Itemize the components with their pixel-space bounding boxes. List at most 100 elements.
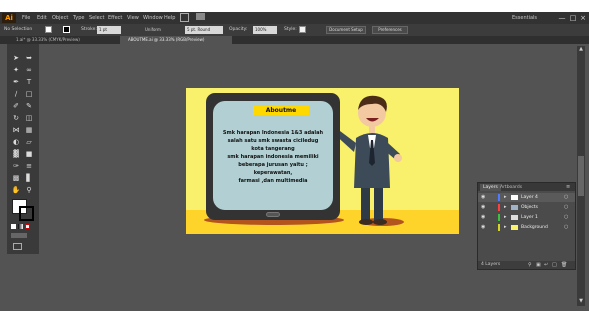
- clipping-mask-icon[interactable]: ▣: [536, 261, 541, 269]
- hand-tool-icon[interactable]: ✋: [10, 186, 22, 195]
- menu-view[interactable]: View: [127, 15, 139, 21]
- new-sublayer-icon[interactable]: ↵: [544, 261, 548, 269]
- target-circle-icon[interactable]: ○: [564, 213, 568, 222]
- line-tool-icon[interactable]: ∕: [10, 90, 22, 99]
- target-circle-icon[interactable]: ○: [564, 203, 568, 212]
- target-circle-icon[interactable]: ○: [564, 193, 568, 202]
- layer-name[interactable]: Background: [521, 223, 548, 232]
- color-mode-icon[interactable]: [11, 224, 16, 229]
- rotate-tool-icon[interactable]: ↻: [10, 114, 22, 123]
- stroke-weight-field[interactable]: 1 pt: [97, 26, 121, 34]
- menu-select[interactable]: Select: [89, 15, 104, 21]
- layer-thumbnail: [511, 225, 518, 230]
- layer-name[interactable]: Layer 4: [521, 193, 538, 202]
- artboard[interactable]: Aboutme Smk harapan Indonesia 1&3 adalah…: [186, 88, 459, 234]
- opacity-field[interactable]: 100%: [253, 26, 277, 34]
- blend-tool-icon[interactable]: ≡: [23, 162, 35, 171]
- menu-type[interactable]: Type: [73, 15, 84, 21]
- direct-selection-tool-icon[interactable]: ➥: [23, 54, 35, 63]
- free-transform-icon[interactable]: ▦: [23, 126, 35, 135]
- tab-layers[interactable]: Layers: [480, 184, 501, 191]
- gradient-tool-icon[interactable]: ■: [23, 150, 35, 159]
- graphic-style-swatch[interactable]: [299, 26, 306, 33]
- menu-effect[interactable]: Effect: [108, 15, 122, 21]
- layer-row[interactable]: ◉ ▸ Layer 1 ○: [478, 213, 575, 222]
- expand-arrow-icon[interactable]: ▸: [504, 223, 507, 232]
- document-setup-button[interactable]: Document Setup: [326, 26, 366, 34]
- expand-arrow-icon[interactable]: ▸: [504, 193, 507, 202]
- none-mode-icon[interactable]: [25, 224, 30, 229]
- brush-definition-dropdown[interactable]: 5 pt. Round: [185, 26, 223, 34]
- stroke-swatch[interactable]: [63, 26, 70, 33]
- layers-panel-footer: 4 Layers ⚲ ▣ ↵ □ 🗑: [478, 261, 575, 269]
- width-tool-icon[interactable]: ⋈: [10, 126, 22, 135]
- delete-layer-icon[interactable]: 🗑: [561, 261, 567, 269]
- tab-aboutme[interactable]: ABOUTME.ai @ 33.33% (RGB/Preview): [120, 36, 232, 44]
- eyedropper-icon[interactable]: ✑: [10, 162, 22, 171]
- menu-file[interactable]: File: [22, 15, 30, 21]
- scale-tool-icon[interactable]: ◫: [23, 114, 35, 123]
- target-circle-icon[interactable]: ○: [564, 223, 568, 232]
- rectangle-tool-icon[interactable]: □: [23, 90, 35, 99]
- layer-name[interactable]: Objects: [521, 203, 538, 212]
- bridge-icon[interactable]: [180, 13, 189, 22]
- scroll-up-arrow-icon[interactable]: ▲: [577, 46, 585, 52]
- panel-menu-icon[interactable]: ≡: [566, 183, 570, 191]
- menu-object[interactable]: Object: [52, 15, 68, 21]
- document-tabs: 1.ai* @ 33.33% (CMYK/Preview) ABOUTME.ai…: [0, 36, 589, 44]
- locate-object-icon[interactable]: ⚲: [528, 261, 532, 269]
- opacity-label: Opacity:: [229, 27, 248, 32]
- stroke-color-box[interactable]: [19, 206, 34, 221]
- layer-count: 4 Layers: [481, 262, 501, 267]
- workspace-switcher[interactable]: Essentials: [512, 15, 537, 21]
- close-button[interactable]: ×: [579, 14, 587, 22]
- visibility-eye-icon[interactable]: ◉: [481, 203, 485, 212]
- layer-row[interactable]: ◉ ▸ Background ○: [478, 223, 575, 232]
- menu-help[interactable]: Help: [164, 15, 175, 21]
- preferences-button[interactable]: Preferences: [372, 26, 408, 34]
- expand-arrow-icon[interactable]: ▸: [504, 203, 507, 212]
- visibility-eye-icon[interactable]: ◉: [481, 193, 485, 202]
- mesh-tool-icon[interactable]: ▓: [10, 150, 22, 159]
- layer-thumbnail: [511, 195, 518, 200]
- tab-artboards[interactable]: Artboards: [500, 184, 522, 191]
- type-tool-icon[interactable]: T: [23, 78, 35, 87]
- visibility-eye-icon[interactable]: ◉: [481, 223, 485, 232]
- column-graph-icon[interactable]: ▋: [23, 174, 35, 183]
- lasso-icon[interactable]: ∞: [23, 66, 35, 75]
- selection-tool-icon[interactable]: ➤: [10, 54, 22, 63]
- layer-row[interactable]: ◉ ▸ Objects ○: [478, 203, 575, 212]
- arrange-documents-icon[interactable]: [196, 13, 205, 20]
- screen-mode-icon[interactable]: [13, 243, 22, 250]
- minimize-button[interactable]: —: [558, 14, 566, 22]
- layer-name[interactable]: Layer 1: [521, 213, 538, 222]
- zoom-tool-icon[interactable]: ⚲: [23, 186, 35, 195]
- tab-document-1[interactable]: 1.ai* @ 33.33% (CMYK/Preview): [8, 36, 118, 44]
- gradient-mode-icon[interactable]: [18, 224, 23, 229]
- visibility-eye-icon[interactable]: ◉: [481, 213, 485, 222]
- variable-width-dropdown[interactable]: Uniform: [143, 26, 179, 34]
- pencil-icon[interactable]: ✎: [23, 102, 35, 111]
- selection-status: No Selection: [4, 27, 33, 32]
- fill-swatch[interactable]: [45, 26, 52, 33]
- menu-bar: Ai File Edit Object Type Select Effect V…: [0, 12, 589, 24]
- layer-row[interactable]: ◉ ▸ Layer 4 ○: [478, 193, 575, 202]
- menu-edit[interactable]: Edit: [37, 15, 47, 21]
- new-layer-icon[interactable]: □: [552, 261, 557, 269]
- paintbrush-icon[interactable]: ✐: [10, 102, 22, 111]
- magic-wand-icon[interactable]: ✦: [10, 66, 22, 75]
- maximize-button[interactable]: □: [569, 14, 577, 22]
- symbol-sprayer-icon[interactable]: ▩: [10, 174, 22, 183]
- layers-panel: Layers Artboards ≡ ◉ ▸ Layer 4 ○ ◉ ▸ Obj…: [477, 182, 576, 270]
- phone-screen: Aboutme Smk harapan Indonesia 1&3 adalah…: [213, 101, 333, 210]
- pen-tool-icon[interactable]: ✒: [10, 78, 22, 87]
- shape-builder-icon[interactable]: ◐: [10, 138, 22, 147]
- expand-arrow-icon[interactable]: ▸: [504, 213, 507, 222]
- perspective-grid-icon[interactable]: ▱: [23, 138, 35, 147]
- scroll-down-arrow-icon[interactable]: ▼: [577, 298, 585, 304]
- draw-mode-icon[interactable]: [11, 233, 27, 238]
- vertical-scrollbar[interactable]: ▲ ▼: [577, 46, 585, 306]
- menu-window[interactable]: Window: [143, 15, 163, 21]
- aboutme-description: Smk harapan Indonesia 1&3 adalah salah s…: [222, 130, 324, 184]
- scroll-thumb[interactable]: [578, 156, 584, 196]
